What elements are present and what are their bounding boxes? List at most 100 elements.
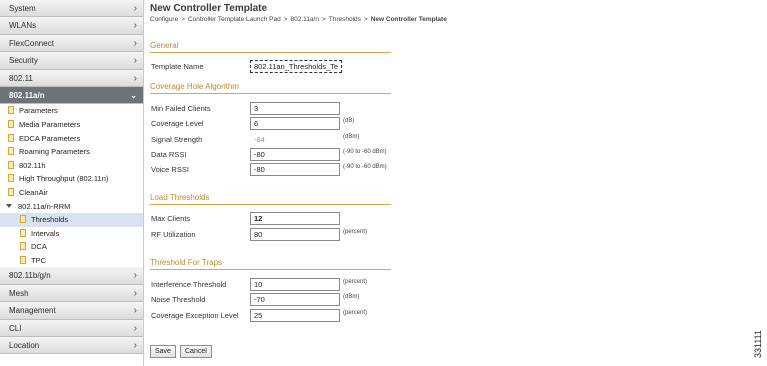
template-name-input[interactable] [250, 60, 342, 73]
coverage-level-unit: (dB) [343, 118, 355, 124]
signal-strength-row: Signal Strength -84 (dBm) [150, 133, 450, 147]
chevron-right-icon: › [133, 55, 137, 67]
breadcrumb-current: New Controller Template [370, 16, 447, 23]
sidebar-item-high-throughput[interactable]: High Throughput (802.11n) [0, 172, 143, 186]
breadcrumb-separator: > [321, 16, 326, 23]
sidebar-item-label: Parameters [19, 106, 58, 116]
data-rssi-unit: (-90 to -60 dBm) [343, 149, 387, 155]
noise-threshold-input[interactable] [250, 293, 340, 306]
coverage-exception-unit: (percent) [343, 310, 368, 316]
nav-category-location[interactable]: Location › [0, 337, 143, 355]
document-icon [20, 255, 26, 264]
chevron-right-icon: › [133, 322, 137, 334]
nav-category-label: Management [9, 306, 56, 316]
nav-category-security[interactable]: Security › [0, 52, 143, 70]
nav-category-80211an[interactable]: 802.11a/n ⌄ [0, 86, 143, 105]
breadcrumb-separator: > [363, 16, 368, 23]
min-failed-clients-input[interactable] [250, 102, 340, 115]
sidebar-item-80211h[interactable]: 802.11h [0, 159, 143, 173]
document-icon [20, 242, 26, 251]
breadcrumb: Configure > Controller Template Launch Pad… [150, 16, 447, 23]
document-icon [8, 174, 14, 183]
coverage-level-input[interactable] [250, 117, 340, 130]
min-failed-clients-label: Min Failed Clients [151, 104, 211, 113]
cancel-button[interactable]: Cancel [180, 345, 212, 358]
voice-rssi-unit: (-90 to -60 dBm) [343, 164, 387, 170]
document-icon [8, 119, 14, 128]
sidebar-item-intervals[interactable]: Intervals [0, 227, 143, 241]
data-rssi-label: Data RSSI [151, 150, 187, 159]
interference-threshold-row: Interference Threshold (percent) [150, 278, 450, 292]
sidebar-item-tpc[interactable]: TPC [0, 254, 143, 268]
sidebar-item-dca[interactable]: DCA [0, 240, 143, 254]
max-clients-row: Max Clients [150, 212, 450, 226]
sidebar-item-cleanair[interactable]: CleanAir [0, 186, 143, 200]
sidebar-group-label: 802.11a/n-RRM [18, 201, 71, 211]
nav-category-mesh[interactable]: Mesh › [0, 284, 143, 303]
sidebar-item-label: CleanAir [19, 187, 48, 197]
nav-category-management[interactable]: Management › [0, 302, 143, 320]
breadcrumb-link[interactable]: Thresholds [329, 16, 361, 23]
main-content: New Controller Template Configure > Contro… [150, 0, 710, 366]
rf-utilization-row: RF Utilization (percent) [150, 228, 450, 242]
max-clients-label: Max Clients [151, 214, 191, 223]
nav-category-label: 802.11b/g/n [9, 271, 51, 281]
breadcrumb-separator: > [181, 16, 185, 23]
sidebar-item-media-parameters[interactable]: Media Parameters [0, 118, 143, 132]
nav-category-label: Location [9, 341, 40, 351]
coverage-exception-input[interactable] [250, 309, 340, 322]
sidebar-item-roaming-parameters[interactable]: Roaming Parameters [0, 145, 143, 159]
document-icon [8, 133, 14, 142]
document-icon [20, 215, 26, 224]
nav-category-wlans[interactable]: WLANs › [0, 17, 143, 35]
nav-category-label: Security [9, 56, 38, 66]
voice-rssi-input[interactable] [250, 163, 340, 176]
noise-threshold-label: Noise Threshold [151, 295, 206, 304]
breadcrumb-link[interactable]: 802.11a/n [291, 16, 319, 23]
chevron-right-icon: › [133, 287, 137, 299]
data-rssi-input[interactable] [250, 148, 340, 161]
section-heading-load: Load Thresholds [150, 193, 391, 205]
document-icon [8, 187, 14, 196]
chevron-right-icon: › [133, 305, 137, 317]
chevron-right-icon: › [133, 340, 137, 352]
left-navigation: System › WLANs › FlexConnect › Security › 80… [0, 0, 144, 366]
signal-strength-label: Signal Strength [151, 135, 203, 144]
sidebar-item-label: EDCA Parameters [19, 133, 81, 143]
nav-category-label: Mesh [9, 288, 29, 298]
chevron-right-icon: › [133, 3, 137, 14]
chevron-right-icon: › [133, 72, 137, 84]
breadcrumb-link[interactable]: Configure [150, 16, 178, 23]
sidebar-item-thresholds[interactable]: Thresholds [0, 213, 143, 227]
sidebar-item-parameters[interactable]: Parameters [0, 104, 143, 118]
nav-category-system[interactable]: System › [0, 0, 143, 18]
sidebar-item-edca-parameters[interactable]: EDCA Parameters [0, 132, 143, 146]
sidebar-group-rrm[interactable]: 802.11a/n-RRM [0, 200, 143, 214]
data-rssi-row: Data RSSI (-90 to -60 dBm) [150, 148, 450, 162]
noise-threshold-row: Noise Threshold (dBm) [150, 293, 450, 307]
breadcrumb-link[interactable]: Controller Template Launch Pad [188, 16, 281, 23]
interference-threshold-unit: (percent) [343, 279, 368, 285]
rf-utilization-input[interactable] [250, 228, 340, 241]
max-clients-input[interactable] [250, 212, 340, 225]
nav-category-80211bgn[interactable]: 802.11b/g/n › [0, 267, 143, 285]
interference-threshold-input[interactable] [250, 278, 340, 291]
sidebar-item-label: Media Parameters [19, 119, 81, 129]
nav-category-label: WLANs [9, 21, 37, 31]
save-button[interactable]: Save [150, 345, 176, 358]
noise-threshold-unit: (dBm) [343, 294, 360, 300]
chevron-right-icon: › [133, 37, 137, 49]
nav-category-label: FlexConnect [9, 38, 54, 48]
section-heading-general: General [150, 41, 391, 53]
nav-category-label: 802.11a/n [9, 90, 45, 100]
expand-triangle-icon [6, 203, 12, 208]
nav-category-cli[interactable]: CLI › [0, 319, 143, 338]
section-heading-coverage: Coverage Hole Algorithm [150, 82, 391, 94]
document-icon [8, 147, 14, 156]
chevron-right-icon: › [133, 270, 137, 282]
signal-strength-unit: (dBm) [343, 134, 360, 140]
signal-strength-value: -84 [254, 135, 265, 144]
coverage-exception-label: Coverage Exception Level [151, 311, 239, 320]
nav-category-80211[interactable]: 802.11 › [0, 69, 143, 87]
nav-category-flexconnect[interactable]: FlexConnect › [0, 34, 143, 53]
